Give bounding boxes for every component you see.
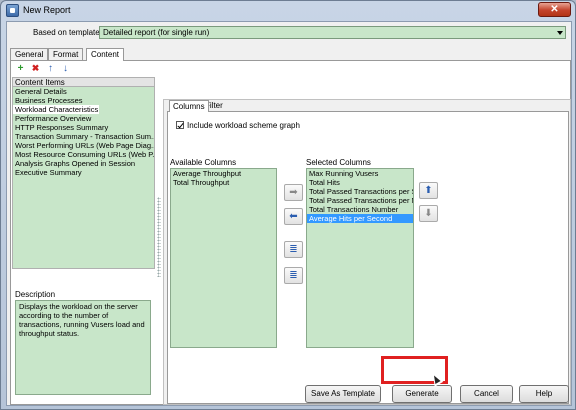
list-item[interactable]: Total Passed Transactions per Se (307, 187, 413, 196)
chevron-down-icon[interactable] (557, 31, 563, 35)
description-header: Description (15, 290, 56, 299)
include-graph-checkbox[interactable] (176, 121, 184, 129)
cancel-button[interactable]: Cancel (460, 385, 513, 403)
template-label: Based on template (33, 28, 100, 37)
move-left-button[interactable]: ⬅ (284, 208, 303, 225)
list-item-selected[interactable]: Average Hits per Second (307, 214, 413, 223)
selected-columns-label: Selected Columns (306, 158, 371, 167)
list-item[interactable]: Total Transactions Number (307, 205, 413, 214)
move-all-right-button[interactable]: ≣ (284, 241, 303, 258)
list-item[interactable]: Analysis Graphs Opened in Session (13, 159, 154, 168)
tab-columns[interactable]: Columns (169, 100, 209, 112)
content-tab-panel: + ✖ ↑ ↓ Content Items General Details Bu… (10, 61, 571, 405)
description-text: Displays the workload on the server acco… (15, 300, 151, 395)
arrow-up-icon: ⬆ (424, 185, 433, 196)
content-items-list[interactable]: General Details Business Processes Workl… (12, 87, 155, 269)
move-all-left-icon: ≣ (289, 270, 298, 281)
app-icon (6, 4, 19, 17)
content-items-header: Content Items (12, 77, 155, 87)
columns-panel: Include workload scheme graph Available … (167, 111, 569, 404)
arrow-up-icon[interactable]: ↑ (45, 63, 56, 74)
list-item[interactable]: Performance Overview (13, 114, 154, 123)
available-columns-list[interactable]: Average Throughput Total Throughput (170, 168, 277, 348)
close-button[interactable]: ✕ (538, 2, 571, 17)
list-item[interactable]: Worst Performing URLs (Web Page Diag... (13, 141, 154, 150)
available-columns-label: Available Columns (170, 158, 237, 167)
arrow-down-icon: ⬇ (424, 208, 433, 219)
list-item[interactable]: Max Running Vusers (307, 169, 413, 178)
tab-general[interactable]: General (10, 48, 49, 60)
list-item[interactable]: Average Throughput (171, 169, 276, 178)
add-icon[interactable]: + (15, 63, 26, 74)
template-value: Detailed report (for single run) (103, 28, 210, 37)
list-item[interactable]: Executive Summary (13, 168, 154, 177)
window-title: New Report (23, 5, 71, 15)
generate-button[interactable]: Generate (392, 385, 452, 403)
list-item[interactable]: HTTP Responses Summary (13, 123, 154, 132)
selected-columns-list[interactable]: Max Running Vusers Total Hits Total Pass… (306, 168, 414, 348)
list-item[interactable]: Total Passed Transactions per Mi (307, 196, 413, 205)
list-item[interactable]: Business Processes (13, 96, 154, 105)
item-settings-pane: Columns Filter Include workload scheme g… (163, 99, 571, 405)
list-item[interactable]: Total Throughput (171, 178, 276, 187)
move-right-button[interactable]: ➡ (284, 184, 303, 201)
arrow-right-icon: ➡ (289, 187, 298, 198)
move-down-button[interactable]: ⬇ (419, 205, 438, 222)
tab-format[interactable]: Format (48, 48, 84, 60)
move-all-left-button[interactable]: ≣ (284, 267, 303, 284)
tab-content[interactable]: Content (86, 48, 125, 61)
save-as-template-button[interactable]: Save As Template (305, 385, 381, 403)
list-item[interactable]: Transaction Summary - Transaction Sum... (13, 132, 154, 141)
delete-icon[interactable]: ✖ (30, 63, 41, 74)
move-up-button[interactable]: ⬆ (419, 182, 438, 199)
splitter-grip[interactable] (157, 197, 161, 277)
title-bar[interactable]: New Report ✕ (1, 1, 575, 21)
dialog-window: New Report ✕ Based on template Detailed … (0, 0, 576, 410)
dialog-client: Based on template Detailed report (for s… (6, 21, 572, 406)
arrow-down-icon[interactable]: ↓ (60, 63, 71, 74)
help-button[interactable]: Help (519, 385, 569, 403)
list-item[interactable]: General Details (13, 87, 154, 96)
list-item-selected[interactable]: Workload Characteristics (13, 105, 99, 114)
arrow-left-icon: ⬅ (289, 211, 298, 222)
list-item[interactable]: Total Hits (307, 178, 413, 187)
template-select[interactable]: Detailed report (for single run) (99, 26, 566, 39)
include-graph-label[interactable]: Include workload scheme graph (187, 121, 300, 130)
list-item[interactable]: Most Resource Consuming URLs (Web P... (13, 150, 154, 159)
move-all-right-icon: ≣ (289, 244, 298, 255)
